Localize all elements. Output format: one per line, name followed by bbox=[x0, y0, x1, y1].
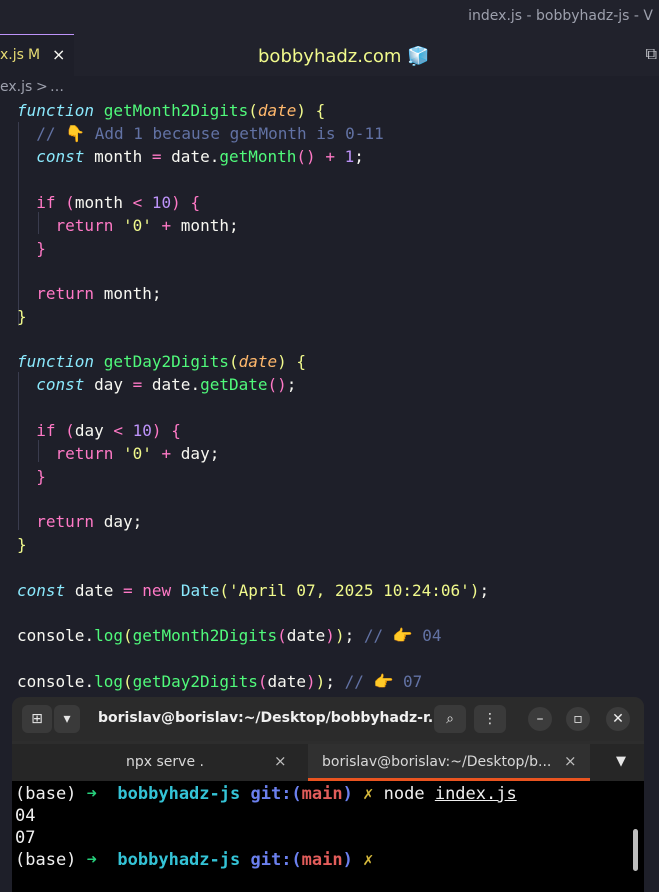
breadcrumb-symbols[interactable]: … bbox=[50, 79, 64, 95]
editor-tab-index-js[interactable]: x.js M × bbox=[0, 34, 74, 76]
terminal-tab-bar: npx serve . × borislav@borislav:~/Deskto… bbox=[12, 744, 644, 781]
editor-tab-label: x.js bbox=[0, 47, 24, 63]
terminal-line: (base) ➜ bobbyhadz-js git:(main) ✗ node … bbox=[15, 784, 517, 804]
code-line: } bbox=[17, 535, 27, 554]
search-button[interactable]: ⌕ bbox=[434, 705, 466, 733]
search-icon: ⌕ bbox=[446, 711, 454, 727]
breadcrumb-separator: > bbox=[36, 79, 48, 95]
terminal-tab-label: borislav@borislav:~/Desktop/b... bbox=[322, 754, 552, 770]
code-line: function getDay2Digits(date) { bbox=[17, 352, 307, 371]
terminal-header: ⊞ ▾ borislav@borislav:~/Desktop/bobbyhad… bbox=[12, 697, 644, 741]
window-title: index.js - bobbyhadz-js - V bbox=[468, 8, 653, 24]
terminal-line: 07 bbox=[15, 828, 36, 848]
code-line: } bbox=[36, 467, 46, 486]
code-line: const month = date.getMonth() + 1; bbox=[36, 147, 364, 166]
minimize-icon: – bbox=[536, 711, 544, 727]
tabs-overflow-icon[interactable]: ▼ bbox=[616, 754, 626, 769]
terminal-window: ⊞ ▾ borislav@borislav:~/Desktop/bobbyhad… bbox=[12, 697, 644, 892]
terminal-title: borislav@borislav:~/Desktop/bobbyhadz-r.… bbox=[98, 710, 444, 726]
close-icon: ✕ bbox=[612, 711, 624, 727]
editor-tab-bar: x.js M × bobbyhadz.com 🧊 ⧉ bbox=[0, 34, 659, 76]
terminal-tab-label: npx serve . bbox=[126, 754, 204, 770]
maximize-button[interactable]: ▫ bbox=[566, 707, 590, 731]
close-icon[interactable]: × bbox=[564, 752, 577, 770]
code-line: return month; bbox=[36, 284, 162, 303]
code-line: if (month < 10) { bbox=[36, 193, 201, 212]
code-line: function getMonth2Digits(date) { bbox=[17, 101, 326, 120]
close-icon[interactable]: × bbox=[274, 752, 287, 770]
close-icon[interactable]: × bbox=[52, 45, 65, 64]
code-line: return '0' + month; bbox=[55, 216, 239, 235]
code-line: console.log(getDay2Digits(date)); // 👉 0… bbox=[17, 672, 423, 691]
chevron-down-icon: ▾ bbox=[63, 711, 71, 727]
modified-badge: M bbox=[28, 47, 41, 63]
code-line: } bbox=[36, 239, 46, 258]
kebab-menu-icon: ⋮ bbox=[483, 711, 497, 727]
terminal-tab-npx-serve[interactable]: npx serve . × bbox=[12, 744, 306, 781]
terminal-line: 04 bbox=[15, 806, 36, 826]
title-bar: index.js - bobbyhadz-js - V bbox=[0, 0, 659, 34]
code-editor[interactable]: function getMonth2Digits(date) { // 👇 Ad… bbox=[0, 100, 659, 695]
split-editor-icon[interactable]: ⧉ bbox=[646, 44, 657, 64]
tab-menu-button[interactable]: ▾ bbox=[54, 705, 80, 733]
minimize-button[interactable]: – bbox=[528, 707, 552, 731]
close-window-button[interactable]: ✕ bbox=[606, 707, 630, 731]
breadcrumb: ex.js > … bbox=[0, 76, 659, 98]
terminal-output[interactable]: (base) ➜ bobbyhadz-js git:(main) ✗ node … bbox=[12, 781, 644, 892]
code-line: const date = new Date('April 07, 2025 10… bbox=[17, 581, 490, 600]
new-tab-button[interactable]: ⊞ bbox=[22, 705, 52, 733]
maximize-icon: ▫ bbox=[573, 711, 583, 727]
site-watermark: bobbyhadz.com 🧊 bbox=[258, 46, 430, 67]
code-line: if (day < 10) { bbox=[36, 421, 181, 440]
code-line: console.log(getMonth2Digits(date)); // 👉… bbox=[17, 626, 442, 645]
code-line: const day = date.getDate(); bbox=[36, 375, 297, 394]
breadcrumb-file[interactable]: ex.js bbox=[0, 79, 32, 95]
code-line: } bbox=[17, 307, 27, 326]
new-tab-icon: ⊞ bbox=[31, 711, 43, 727]
terminal-scrollbar[interactable] bbox=[633, 829, 638, 871]
code-line: // 👇 Add 1 because getMonth is 0-11 bbox=[36, 124, 384, 143]
terminal-tab-shell[interactable]: borislav@borislav:~/Desktop/b... × bbox=[308, 744, 590, 781]
code-line: return day; bbox=[36, 512, 143, 531]
menu-button[interactable]: ⋮ bbox=[474, 705, 506, 733]
code-line: return '0' + day; bbox=[55, 444, 220, 463]
terminal-line: (base) ➜ bobbyhadz-js git:(main) ✗ bbox=[15, 850, 374, 870]
